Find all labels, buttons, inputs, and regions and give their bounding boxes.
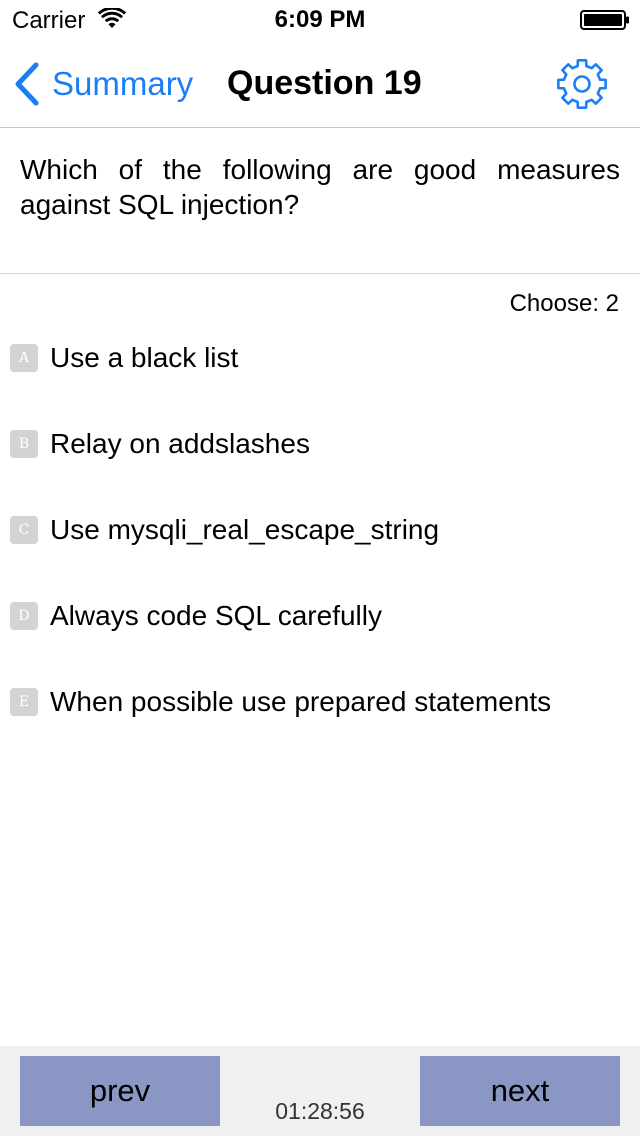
answer-text: Always code SQL carefully: [50, 600, 382, 631]
answer-option-e[interactable]: E When possible use prepared statements: [10, 680, 630, 724]
settings-button[interactable]: [554, 56, 610, 112]
answer-letter-badge: E: [10, 688, 38, 716]
answer-letter-badge: C: [10, 516, 38, 544]
answer-text: When possible use prepared statements: [50, 686, 552, 717]
answer-text: Use mysqli_real_escape_string: [50, 514, 440, 545]
chevron-left-icon: [15, 62, 39, 106]
next-button[interactable]: next: [420, 1056, 620, 1126]
answer-letter-badge: B: [10, 430, 38, 458]
answer-text: Use a black list: [50, 342, 239, 373]
divider: [0, 273, 640, 274]
back-button[interactable]: Summary: [14, 60, 193, 108]
gear-icon: [557, 59, 607, 109]
page-title: Question 19: [227, 64, 422, 102]
question-text: Which of the following are good measures…: [20, 154, 620, 220]
answer-option-b[interactable]: B Relay on addslashes: [10, 422, 630, 466]
answer-option-d[interactable]: D Always code SQL carefully: [10, 594, 630, 638]
status-bar: Carrier 6:09 PM: [0, 0, 640, 40]
answer-option-c[interactable]: C Use mysqli_real_escape_string: [10, 508, 630, 552]
answer-letter-badge: A: [10, 344, 38, 372]
status-time: 6:09 PM: [274, 6, 366, 33]
bottom-toolbar: prev 01:28:56 next: [0, 1046, 640, 1136]
choose-count-label: Choose: 2: [509, 290, 619, 317]
answer-letter-badge: D: [10, 602, 38, 630]
answer-option-a[interactable]: A Use a black list: [10, 336, 630, 380]
back-button-label: Summary: [52, 65, 194, 102]
battery-icon: [580, 10, 629, 30]
answer-text: Relay on addslashes: [50, 428, 310, 459]
navigation-bar: Summary Question 19: [0, 40, 640, 128]
